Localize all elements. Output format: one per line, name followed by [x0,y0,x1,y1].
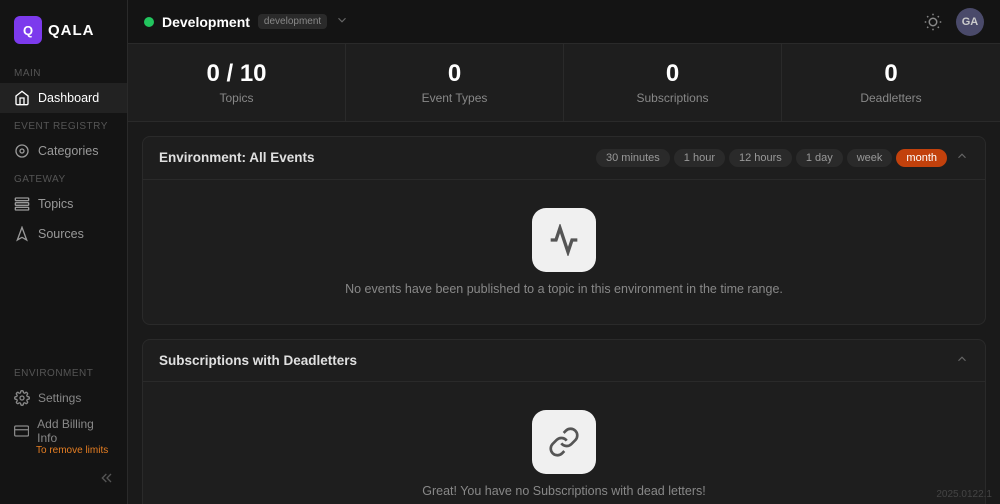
topics-icon [14,196,30,212]
sun-icon [924,13,942,31]
chevron-down-icon[interactable] [335,13,349,30]
stat-topics-label: Topics [148,91,325,105]
env-status-dot [144,17,154,27]
logo-text: QALA [48,22,95,39]
topbar-right: GA [920,8,984,36]
time-filters: 30 minutes 1 hour 12 hours 1 day week mo… [596,149,947,167]
stat-event-types-label: Event Types [366,91,543,105]
filter-month[interactable]: month [896,149,947,167]
stat-subscriptions-value: 0 [584,60,761,89]
deadletters-empty-text: Great! You have no Subscriptions with de… [422,484,706,498]
sidebar-collapse-button[interactable] [0,464,127,492]
section-label-main: Main [0,60,127,83]
sidebar: Q QALA Main Dashboard Event Registry Cat… [0,0,128,504]
section-all-events: Environment: All Events 30 minutes 1 hou… [142,136,986,325]
all-events-empty-text: No events have been published to a topic… [345,282,783,296]
stat-topics: 0 / 10 Topics [128,44,346,121]
section-deadletters-collapse-icon[interactable] [955,352,969,369]
chart-icon-box [532,208,596,272]
collapse-icon [101,470,117,486]
stat-event-types-value: 0 [366,60,543,89]
stat-deadletters-label: Deadletters [802,91,980,105]
section-deadletters-header: Subscriptions with Deadletters [143,340,985,382]
categories-icon [14,143,30,159]
dashboard-content: 0 / 10 Topics 0 Event Types 0 Subscripti… [128,44,1000,504]
topbar: Development development GA [128,0,1000,44]
section-deadletters-empty: Great! You have no Subscriptions with de… [143,382,985,504]
filter-week[interactable]: week [847,149,893,167]
stat-topics-value: 0 / 10 [148,60,325,89]
sources-icon [14,226,30,242]
topbar-left: Development development [144,13,349,30]
stat-subscriptions: 0 Subscriptions [564,44,782,121]
stat-deadletters: 0 Deadletters [782,44,1000,121]
sidebar-item-categories[interactable]: Categories [0,136,127,166]
env-name: Development [162,14,250,30]
billing-info: Add Billing Info To remove limits [0,413,127,464]
card-icon [14,423,29,439]
env-badge: development [258,14,327,29]
sidebar-item-topics[interactable]: Topics [0,189,127,219]
section-deadletters-title: Subscriptions with Deadletters [159,353,357,368]
home-icon [14,90,30,106]
sidebar-item-sources[interactable]: Sources [0,219,127,249]
section-label-registry: Event Registry [0,113,127,136]
stat-subscriptions-label: Subscriptions [584,91,761,105]
stat-deadletters-value: 0 [802,60,980,89]
section-label-environment: Environment [0,360,127,383]
sidebar-item-label: Categories [38,144,98,158]
sidebar-item-dashboard[interactable]: Dashboard [0,83,127,113]
filter-12hours[interactable]: 12 hours [729,149,792,167]
sidebar-item-label: Sources [38,227,84,241]
section-all-events-empty: No events have been published to a topic… [143,180,985,324]
main-content: Development development GA 0 / 10 Topics… [128,0,1000,504]
section-all-events-title: Environment: All Events [159,150,315,165]
logo-icon: Q [14,16,42,44]
settings-label: Settings [38,391,81,405]
webhook-icon [548,426,580,458]
stat-event-types: 0 Event Types [346,44,564,121]
theme-toggle-button[interactable] [920,9,946,35]
filter-1hour[interactable]: 1 hour [674,149,725,167]
sidebar-item-settings[interactable]: Settings [0,383,127,413]
logo: Q QALA [0,12,127,60]
chart-icon [548,224,580,256]
section-collapse-icon[interactable] [955,149,969,166]
billing-sublabel[interactable]: To remove limits [14,445,113,456]
billing-label: Add Billing Info [37,417,113,445]
section-all-events-header: Environment: All Events 30 minutes 1 hou… [143,137,985,180]
version-text: 2025.0122.1 [936,489,992,500]
stats-row: 0 / 10 Topics 0 Event Types 0 Subscripti… [128,44,1000,122]
avatar[interactable]: GA [956,8,984,36]
filter-30min[interactable]: 30 minutes [596,149,670,167]
gear-icon [14,390,30,406]
section-deadletters: Subscriptions with Deadletters Great! Yo… [142,339,986,504]
webhook-icon-box [532,410,596,474]
billing-main[interactable]: Add Billing Info [14,417,113,445]
filter-1day[interactable]: 1 day [796,149,843,167]
sidebar-item-label: Topics [38,197,73,211]
section-label-gateway: Gateway [0,166,127,189]
sidebar-item-label: Dashboard [38,91,99,105]
